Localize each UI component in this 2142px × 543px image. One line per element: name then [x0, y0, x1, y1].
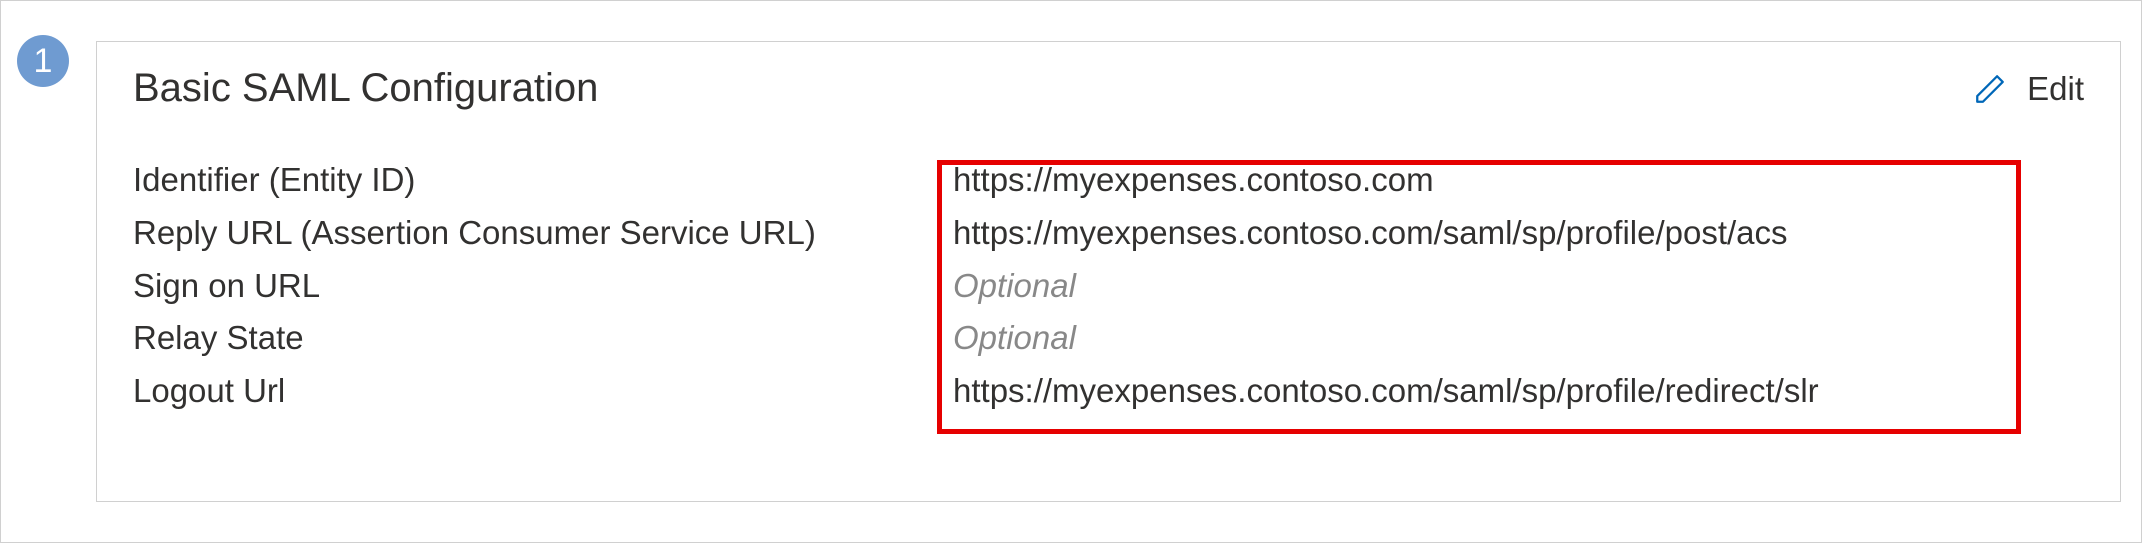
pencil-icon [1973, 72, 2007, 106]
label-logout-url: Logout Url [133, 366, 953, 417]
value-sign-on-url: Optional [953, 261, 2084, 312]
row-identifier: Identifier (Entity ID) https://myexpense… [133, 155, 2084, 206]
basic-saml-config-card: Basic SAML Configuration Edit Identifier… [96, 41, 2121, 502]
row-relay-state: Relay State Optional [133, 313, 2084, 364]
value-logout-url: https://myexpenses.contoso.com/saml/sp/p… [953, 366, 2084, 417]
step-number-badge: 1 [17, 35, 69, 87]
row-reply-url: Reply URL (Assertion Consumer Service UR… [133, 208, 2084, 259]
label-reply-url: Reply URL (Assertion Consumer Service UR… [133, 208, 953, 259]
step-column: 1 [1, 1, 96, 542]
value-relay-state: Optional [953, 313, 2084, 364]
card-title: Basic SAML Configuration [133, 66, 598, 111]
card-header: Basic SAML Configuration Edit [133, 66, 2084, 111]
value-reply-url: https://myexpenses.contoso.com/saml/sp/p… [953, 208, 2084, 259]
config-rows: Identifier (Entity ID) https://myexpense… [133, 155, 2084, 417]
edit-button-label: Edit [2027, 70, 2084, 108]
saml-config-panel: 1 Basic SAML Configuration Edit Identifi… [0, 0, 2142, 543]
row-sign-on-url: Sign on URL Optional [133, 261, 2084, 312]
value-identifier: https://myexpenses.contoso.com [953, 155, 2084, 206]
label-relay-state: Relay State [133, 313, 953, 364]
label-sign-on-url: Sign on URL [133, 261, 953, 312]
edit-button[interactable]: Edit [1973, 70, 2084, 108]
label-identifier: Identifier (Entity ID) [133, 155, 953, 206]
step-number: 1 [34, 42, 53, 81]
row-logout-url: Logout Url https://myexpenses.contoso.co… [133, 366, 2084, 417]
